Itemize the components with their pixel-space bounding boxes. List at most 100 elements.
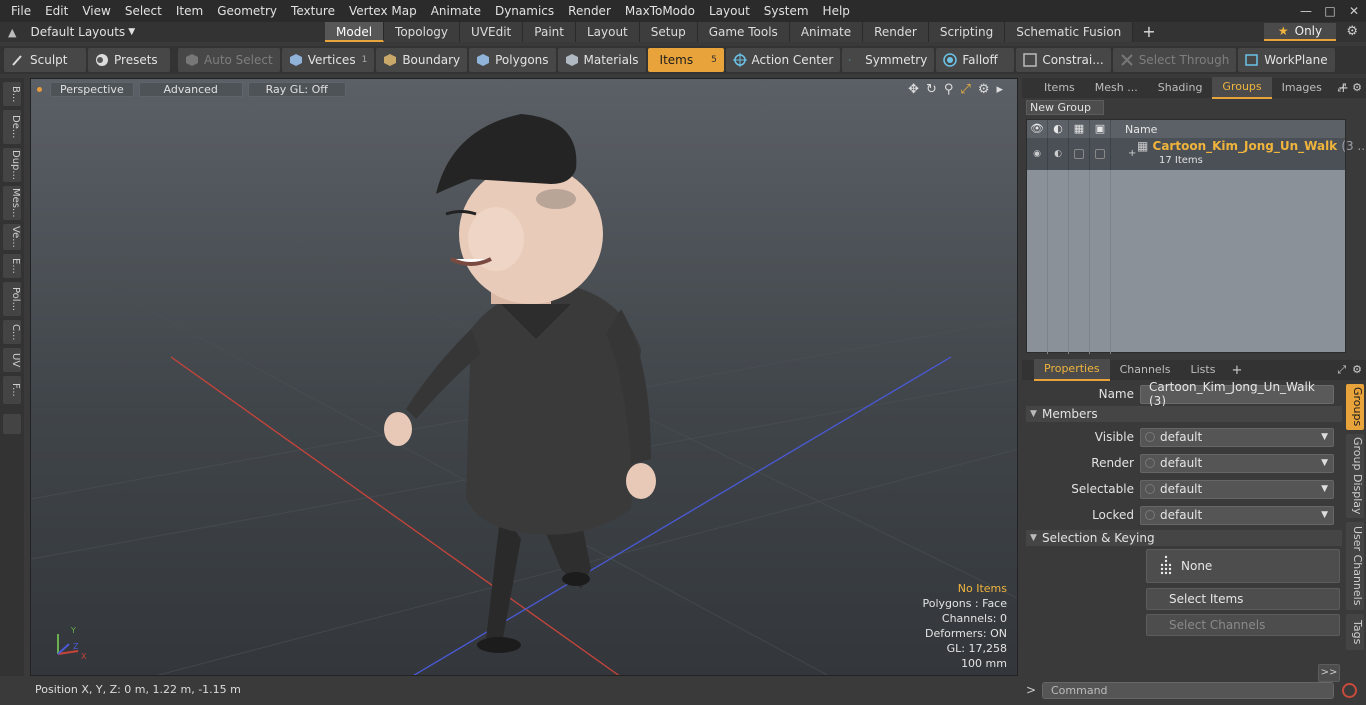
strip-tab-polygon[interactable]: Pol...: [3, 282, 21, 316]
polygons-button[interactable]: Polygons: [469, 48, 556, 72]
items-button[interactable]: Items 5: [647, 48, 724, 72]
vertices-button[interactable]: Vertices 1: [281, 48, 375, 72]
action-center-button[interactable]: Action Center: [725, 48, 841, 72]
command-input[interactable]: Command: [1042, 682, 1334, 699]
shading-button[interactable]: Advanced: [138, 81, 243, 97]
render-toggle-icon[interactable]: ◐: [1048, 138, 1069, 170]
menu-dynamics[interactable]: Dynamics: [488, 0, 561, 22]
strip-tab-fusion[interactable]: F...: [3, 376, 21, 404]
strip-toggle[interactable]: [3, 414, 21, 434]
keyframe-dot-icon[interactable]: [1145, 458, 1155, 468]
selection-keying-section[interactable]: ▼ Selection & Keying: [1026, 530, 1342, 546]
members-section[interactable]: ▼ Members: [1026, 406, 1342, 422]
character-model[interactable]: [384, 114, 656, 653]
selectable-checkbox[interactable]: [1069, 138, 1090, 170]
maximize-icon[interactable]: □: [1318, 4, 1342, 18]
select-items-button[interactable]: Select Items: [1146, 588, 1340, 610]
menu-layout[interactable]: Layout: [702, 0, 757, 22]
eye-icon[interactable]: ◉: [1027, 138, 1048, 170]
zoom-view-icon[interactable]: ⚲: [944, 82, 954, 97]
only-toggle[interactable]: ★ Only: [1264, 23, 1336, 41]
group-row[interactable]: ◉ ◐ + ▦ Cartoon_Kim_Jong_Un_Walk (3 ... …: [1027, 138, 1366, 170]
tab-topology[interactable]: Topology: [384, 22, 461, 42]
auto-select-button[interactable]: Auto Select: [178, 48, 280, 72]
record-icon[interactable]: [1342, 683, 1357, 698]
gear-icon[interactable]: ⚙: [1346, 24, 1358, 39]
add-tab-icon[interactable]: +: [1133, 22, 1164, 42]
raygl-button[interactable]: Ray GL: Off: [247, 81, 346, 97]
close-icon[interactable]: ✕: [1342, 4, 1366, 18]
side-tab-group-display[interactable]: Group Display: [1346, 434, 1364, 518]
rotate-view-icon[interactable]: ↻: [926, 82, 937, 97]
tab-uvedit[interactable]: UVEdit: [460, 22, 524, 42]
tab-groups[interactable]: Groups: [1212, 77, 1272, 99]
panel-gear-icon[interactable]: ⚙: [1352, 81, 1362, 95]
sculpt-button[interactable]: Sculpt: [4, 48, 86, 72]
none-button[interactable]: None: [1146, 549, 1340, 583]
strip-tab-uv[interactable]: UV: [3, 348, 21, 372]
side-tab-tags[interactable]: Tags: [1346, 614, 1364, 650]
lock-checkbox[interactable]: [1090, 138, 1111, 170]
boundary-button[interactable]: Boundary: [376, 48, 468, 72]
render-dropdown[interactable]: default ▼: [1140, 453, 1334, 473]
tab-animate[interactable]: Animate: [789, 22, 864, 42]
viewport-gear-icon[interactable]: ⚙: [978, 82, 990, 97]
falloff-button[interactable]: Falloff: [936, 48, 1015, 72]
tab-mesh[interactable]: Mesh ...: [1085, 78, 1148, 98]
presets-button[interactable]: Presets: [88, 48, 170, 72]
menu-animate[interactable]: Animate: [424, 0, 488, 22]
name-field[interactable]: Cartoon_Kim_Jong_Un_Walk (3): [1140, 380, 1334, 408]
tab-paint[interactable]: Paint: [523, 22, 576, 42]
menu-maxtomodo[interactable]: MaxToModo: [618, 0, 702, 22]
tab-properties[interactable]: Properties: [1034, 359, 1110, 381]
keyframe-dot-icon[interactable]: [1145, 510, 1155, 520]
menu-help[interactable]: Help: [816, 0, 857, 22]
side-tab-groups[interactable]: Groups: [1346, 384, 1364, 430]
viewport-menu-icon[interactable]: [37, 86, 42, 92]
3d-viewport[interactable]: Y X Z Perspective Advanced Ray GL: Off ✥…: [30, 78, 1018, 676]
materials-button[interactable]: Materials: [557, 48, 646, 72]
menu-render[interactable]: Render: [561, 0, 618, 22]
move-view-icon[interactable]: ✥: [908, 82, 919, 97]
tab-game-tools[interactable]: Game Tools: [697, 22, 790, 42]
tab-shading[interactable]: Shading: [1148, 78, 1213, 98]
menu-texture[interactable]: Texture: [284, 0, 342, 22]
menu-file[interactable]: File: [4, 0, 38, 22]
tab-channels[interactable]: Channels: [1110, 360, 1181, 380]
strip-tab-curve[interactable]: C...: [3, 320, 21, 344]
menu-edit[interactable]: Edit: [38, 0, 75, 22]
new-group-button[interactable]: New Group: [1026, 100, 1104, 115]
tab-setup[interactable]: Setup: [639, 22, 698, 42]
viewport-expand-icon[interactable]: ▸: [996, 82, 1003, 97]
tab-images[interactable]: Images: [1272, 78, 1332, 98]
add-properties-tab-icon[interactable]: +: [1225, 363, 1248, 378]
menu-system[interactable]: System: [757, 0, 816, 22]
properties-gear-icon[interactable]: ⚙: [1352, 363, 1362, 377]
tab-items[interactable]: Items: [1034, 78, 1085, 98]
fit-view-icon[interactable]: ⤢: [960, 82, 970, 97]
collapse-icon[interactable]: ▲: [8, 26, 16, 39]
strip-tab-mesh-edit[interactable]: Mes...: [3, 186, 21, 220]
keyframe-dot-icon[interactable]: [1145, 484, 1155, 494]
strip-tab-deform[interactable]: De...: [3, 110, 21, 144]
tab-layout[interactable]: Layout: [575, 22, 640, 42]
menu-item[interactable]: Item: [169, 0, 210, 22]
strip-tab-edge[interactable]: E...: [3, 254, 21, 278]
menu-vertex-map[interactable]: Vertex Map: [342, 0, 424, 22]
strip-tab-duplicate[interactable]: Dup...: [3, 148, 21, 182]
side-tab-user-channels[interactable]: User Channels: [1346, 522, 1364, 610]
locked-dropdown[interactable]: default ▼: [1140, 505, 1334, 525]
layout-selector[interactable]: ▲ Default Layouts ▼: [0, 22, 320, 42]
strip-tab-vertex[interactable]: Ve...: [3, 224, 21, 250]
select-channels-button[interactable]: Select Channels: [1146, 614, 1340, 636]
tab-scripting[interactable]: Scripting: [928, 22, 1006, 42]
strip-tab-basic[interactable]: B...: [3, 82, 21, 106]
select-through-button[interactable]: Select Through: [1112, 48, 1237, 72]
expand-panel-icon[interactable]: ⤢: [1337, 81, 1346, 95]
constraints-button[interactable]: Constrai...: [1016, 48, 1111, 72]
tab-render[interactable]: Render: [863, 22, 929, 42]
menu-geometry[interactable]: Geometry: [210, 0, 284, 22]
selectable-dropdown[interactable]: default ▼: [1140, 479, 1334, 499]
tab-lists[interactable]: Lists: [1181, 360, 1226, 380]
visible-dropdown[interactable]: default ▼: [1140, 427, 1334, 447]
